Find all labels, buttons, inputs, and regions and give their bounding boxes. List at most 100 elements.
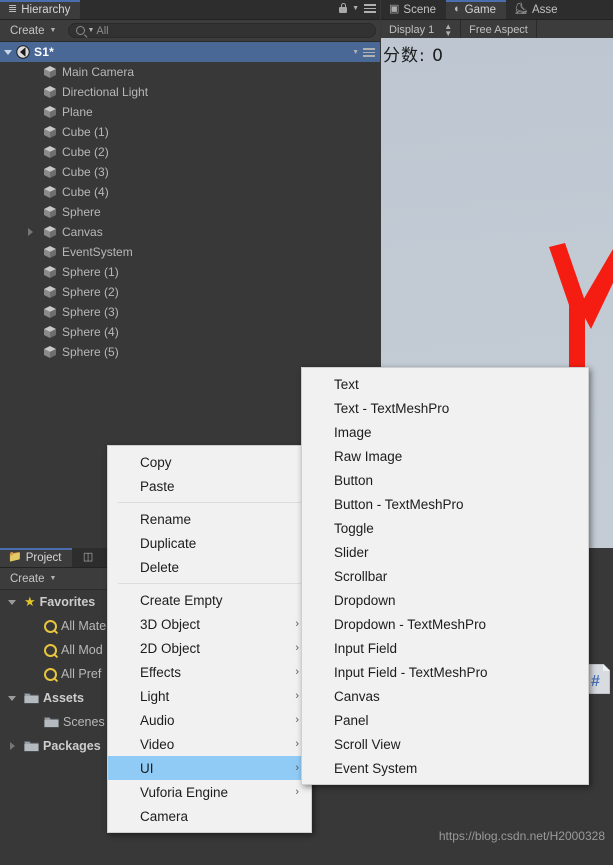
scene-menu-icon[interactable] xyxy=(363,46,375,59)
tab-label: Asse xyxy=(531,3,558,16)
hierarchy-item[interactable]: Sphere (2) xyxy=(0,282,380,302)
submenu-item-input-field[interactable]: Input Field xyxy=(302,636,588,660)
panel-menu-icon[interactable] xyxy=(364,2,376,15)
tab-game[interactable]: ◐ Game xyxy=(446,0,506,19)
submenu-item-scroll-view[interactable]: Scroll View xyxy=(302,732,588,756)
menu-item-effects[interactable]: Effects › xyxy=(108,660,311,684)
tab-console[interactable]: ◫ xyxy=(75,548,103,567)
expand-triangle-icon[interactable] xyxy=(4,695,20,701)
hierarchy-icon: ≣ xyxy=(8,3,18,15)
hierarchy-item[interactable]: Cube (2) xyxy=(0,142,380,162)
hierarchy-search-value: All xyxy=(96,24,109,37)
project-create-label: Create xyxy=(10,572,45,585)
context-menu[interactable]: Copy Paste Rename Duplicate Delete Create Emp… xyxy=(107,445,312,833)
folder-icon xyxy=(24,692,39,704)
tab-project[interactable]: 📁 Project xyxy=(0,548,72,567)
tab-scene[interactable]: ▣ Scene xyxy=(381,0,446,19)
tab-hierarchy-label: Hierarchy xyxy=(21,3,71,16)
submenu-item-dropdown-textmeshpro[interactable]: Dropdown - TextMeshPro xyxy=(302,612,588,636)
submenu-item-canvas[interactable]: Canvas xyxy=(302,684,588,708)
menu-item-ui[interactable]: UI › xyxy=(108,756,311,780)
menu-item-duplicate[interactable]: Duplicate xyxy=(108,531,311,555)
menu-item-rename[interactable]: Rename xyxy=(108,507,311,531)
submenu-item-scrollbar[interactable]: Scrollbar xyxy=(302,564,588,588)
chevron-right-icon: › xyxy=(295,642,299,654)
gameobject-icon xyxy=(43,345,57,359)
menu-item-label: Create Empty xyxy=(140,592,223,608)
expand-triangle-icon[interactable] xyxy=(4,742,20,750)
submenu-item-label: Scrollbar xyxy=(334,568,388,584)
chevron-down-icon[interactable]: ▼ xyxy=(352,49,359,56)
gameobject-icon xyxy=(43,225,57,239)
menu-item-label: Light xyxy=(140,688,170,704)
hierarchy-item-label: Canvas xyxy=(62,225,103,239)
submenu-item-label: Text - TextMeshPro xyxy=(334,400,450,416)
menu-item-light[interactable]: Light › xyxy=(108,684,311,708)
hierarchy-item[interactable]: Main Camera xyxy=(0,62,380,82)
hierarchy-item[interactable]: Sphere (3) xyxy=(0,302,380,322)
hierarchy-search-input[interactable]: ▼ All xyxy=(68,23,376,38)
hierarchy-scene-row[interactable]: S1* ▼ xyxy=(0,42,380,62)
menu-item-3d-object[interactable]: 3D Object › xyxy=(108,612,311,636)
submenu-item-label: Panel xyxy=(334,712,369,728)
hierarchy-item[interactable]: Cube (4) xyxy=(0,182,380,202)
submenu-item-label: Dropdown - TextMeshPro xyxy=(334,616,487,632)
menu-item-video[interactable]: Video › xyxy=(108,732,311,756)
menu-item-create-empty[interactable]: Create Empty xyxy=(108,588,311,612)
hierarchy-item[interactable]: Cube (1) xyxy=(0,122,380,142)
project-create-button[interactable]: Create ▼ xyxy=(4,572,62,586)
submenu-item-dropdown[interactable]: Dropdown xyxy=(302,588,588,612)
hierarchy-tabbar: ≣ Hierarchy ▼ xyxy=(0,0,380,20)
tab-label: Game xyxy=(464,3,496,16)
hierarchy-item[interactable]: Directional Light xyxy=(0,82,380,102)
hierarchy-item[interactable]: Canvas xyxy=(0,222,380,242)
submenu-item-panel[interactable]: Panel xyxy=(302,708,588,732)
submenu-item-text[interactable]: Text xyxy=(302,372,588,396)
hierarchy-item[interactable]: Plane xyxy=(0,102,380,122)
hierarchy-item[interactable]: Sphere (5) xyxy=(0,342,380,362)
lock-icon[interactable] xyxy=(339,3,348,14)
menu-item-vuforia-engine[interactable]: Vuforia Engine › xyxy=(108,780,311,804)
menu-separator xyxy=(118,502,301,503)
hierarchy-item[interactable]: Cube (3) xyxy=(0,162,380,182)
menu-item-delete[interactable]: Delete xyxy=(108,555,311,579)
menu-item-label: Camera xyxy=(140,808,189,824)
hierarchy-item[interactable]: EventSystem xyxy=(0,242,380,262)
expand-triangle-icon[interactable] xyxy=(4,599,20,605)
tab-asse[interactable]: ⛸ Asse xyxy=(506,0,568,19)
expand-triangle-icon[interactable] xyxy=(22,228,38,236)
submenu-item-slider[interactable]: Slider xyxy=(302,540,588,564)
tab-hierarchy[interactable]: ≣ Hierarchy xyxy=(0,0,81,19)
menu-item-paste[interactable]: Paste xyxy=(108,474,311,498)
chevron-down-icon[interactable]: ▼ xyxy=(352,5,359,12)
expand-triangle-icon[interactable] xyxy=(4,49,12,55)
submenu-item-event-system[interactable]: Event System xyxy=(302,756,588,780)
submenu-item-text-textmeshpro[interactable]: Text - TextMeshPro xyxy=(302,396,588,420)
display-label: Display 1 xyxy=(389,23,435,36)
hierarchy-item[interactable]: Sphere (4) xyxy=(0,322,380,342)
hierarchy-item-label: Sphere (4) xyxy=(62,325,119,339)
ui-submenu[interactable]: Text Text - TextMeshPro Image Raw Image Butt… xyxy=(301,367,589,785)
svg-text:#: # xyxy=(591,673,600,690)
submenu-item-raw-image[interactable]: Raw Image xyxy=(302,444,588,468)
menu-item-copy[interactable]: Copy xyxy=(108,450,311,474)
submenu-item-button[interactable]: Button xyxy=(302,468,588,492)
menu-item-camera[interactable]: Camera xyxy=(108,804,311,828)
hierarchy-item[interactable]: Sphere (1) xyxy=(0,262,380,282)
display-dropdown[interactable]: Display 1 ▲ ▼ xyxy=(381,20,462,39)
menu-item-audio[interactable]: Audio › xyxy=(108,708,311,732)
hierarchy-create-button[interactable]: Create ▼ xyxy=(4,24,62,38)
submenu-item-input-field-textmeshpro[interactable]: Input Field - TextMeshPro xyxy=(302,660,588,684)
hierarchy-item[interactable]: Sphere xyxy=(0,202,380,222)
submenu-item-label: Slider xyxy=(334,544,369,560)
project-item-label: Assets xyxy=(43,691,84,705)
csharp-script-icon[interactable]: # xyxy=(585,663,611,695)
aspect-dropdown[interactable]: Free Aspect xyxy=(461,20,537,39)
submenu-item-image[interactable]: Image xyxy=(302,420,588,444)
menu-item-2d-object[interactable]: 2D Object › xyxy=(108,636,311,660)
hierarchy-toolbar: Create ▼ ▼ All xyxy=(0,20,380,42)
console-icon: ◫ xyxy=(82,551,94,563)
submenu-item-toggle[interactable]: Toggle xyxy=(302,516,588,540)
hierarchy-item-label: Plane xyxy=(62,105,93,119)
submenu-item-button-textmeshpro[interactable]: Button - TextMeshPro xyxy=(302,492,588,516)
